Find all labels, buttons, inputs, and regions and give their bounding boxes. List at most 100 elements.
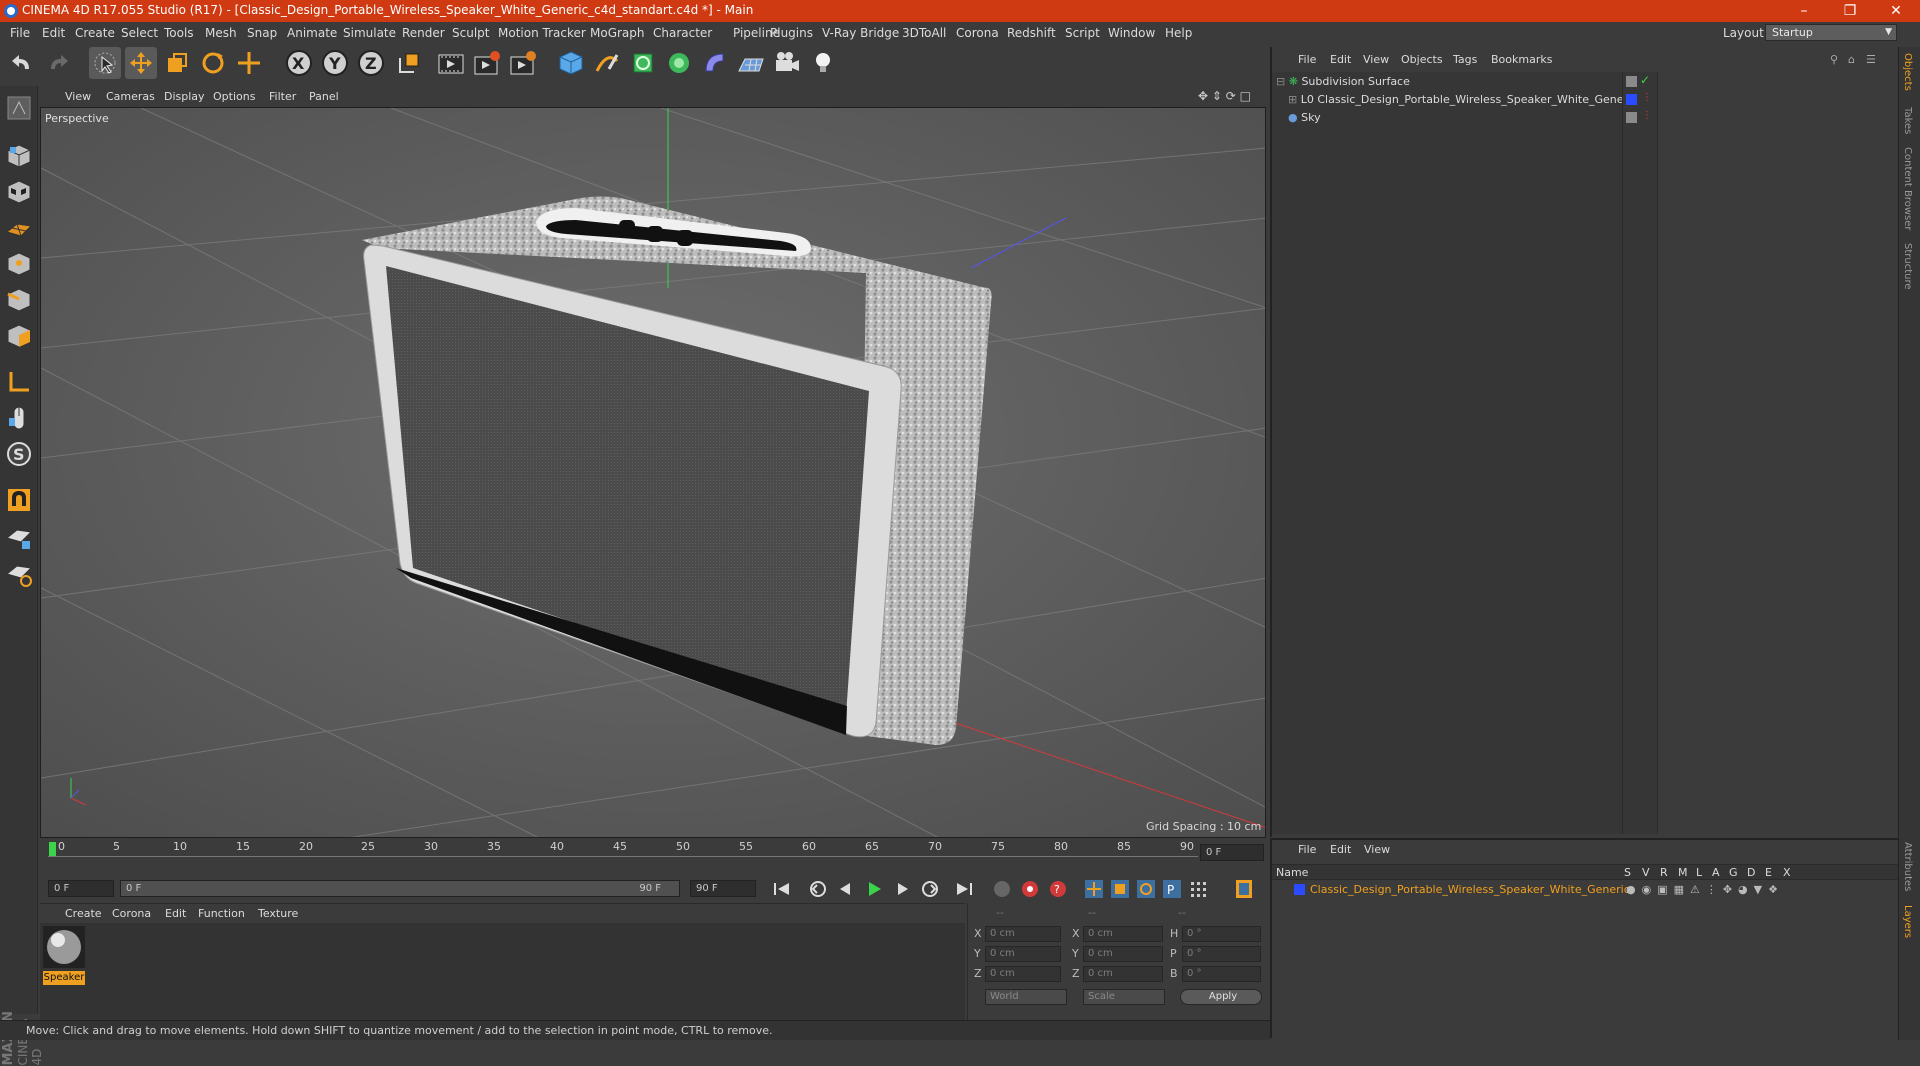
- menu-mesh[interactable]: Mesh: [205, 26, 237, 40]
- tab-objects[interactable]: Objects: [1902, 53, 1913, 91]
- x-axis-lock-icon[interactable]: X: [283, 47, 315, 79]
- scale-tool[interactable]: [161, 47, 193, 79]
- redo-button[interactable]: [42, 47, 74, 79]
- menu-corona[interactable]: Corona: [956, 26, 999, 40]
- collapse-icon[interactable]: ⊟: [1276, 75, 1285, 88]
- visibility-dots-icon[interactable]: ⋮: [1642, 92, 1652, 103]
- subdivision-surface-icon[interactable]: [627, 47, 659, 79]
- menu-sculpt[interactable]: Sculpt: [452, 26, 489, 40]
- menu-window[interactable]: Window: [1108, 26, 1155, 40]
- size-z-field[interactable]: 0 cm: [1083, 966, 1163, 982]
- texture-mode-icon[interactable]: [3, 176, 35, 208]
- size-x-field[interactable]: 0 cm: [1083, 926, 1163, 942]
- menu-vray-bridge[interactable]: V-Ray Bridge: [822, 26, 899, 40]
- pen-spline-icon[interactable]: [591, 47, 623, 79]
- menu-plugins[interactable]: Plugins: [770, 26, 813, 40]
- floor-icon[interactable]: [735, 47, 767, 79]
- model-mode-icon[interactable]: [3, 140, 35, 172]
- layer-color-swatch[interactable]: [1626, 94, 1637, 105]
- restore-icon[interactable]: ❐: [1827, 1, 1873, 21]
- tab-layers[interactable]: Layers: [1902, 905, 1913, 938]
- object-menu-tags[interactable]: Tags: [1453, 53, 1477, 66]
- 3d-viewport[interactable]: [40, 107, 1266, 838]
- layer-tag-icon[interactable]: [1626, 76, 1637, 87]
- render-to-picture-viewer-icon[interactable]: [471, 47, 503, 79]
- coordinate-mode-dropdown[interactable]: World: [985, 989, 1067, 1005]
- render-settings-icon[interactable]: [507, 47, 539, 79]
- object-menu-view[interactable]: View: [1363, 53, 1389, 66]
- menu-tools[interactable]: Tools: [164, 26, 194, 40]
- current-frame-field[interactable]: 0 F: [48, 880, 114, 897]
- layer-menu-view[interactable]: View: [1364, 843, 1390, 856]
- next-key-icon[interactable]: [918, 878, 942, 900]
- points-mode-icon[interactable]: [3, 248, 35, 280]
- object-menu-bookmarks[interactable]: Bookmarks: [1491, 53, 1552, 66]
- tab-structure[interactable]: Structure: [1902, 243, 1913, 290]
- cloner-icon[interactable]: [663, 47, 695, 79]
- next-frame-icon[interactable]: [890, 878, 914, 900]
- expand-icon[interactable]: ⊞: [1288, 93, 1297, 106]
- timeline-ruler[interactable]: 0 5 10 15 20 25 30 35 40 45 50 55 60 65 …: [40, 838, 1266, 878]
- apply-button[interactable]: Apply: [1180, 989, 1262, 1005]
- viewport-navigate-icons[interactable]: ✥ ⇕ ⟳ □: [1198, 89, 1251, 103]
- axis-mode-icon[interactable]: [3, 366, 35, 398]
- menu-character[interactable]: Character: [653, 26, 712, 40]
- object-menu-edit[interactable]: Edit: [1330, 53, 1351, 66]
- y-axis-lock-icon[interactable]: Y: [319, 47, 351, 79]
- make-editable-icon[interactable]: [3, 92, 35, 124]
- menu-file[interactable]: File: [10, 26, 30, 40]
- object-menu-file[interactable]: File: [1298, 53, 1316, 66]
- material-menu-create[interactable]: Create: [65, 907, 102, 920]
- position-y-field[interactable]: 0 cm: [985, 946, 1061, 962]
- key-position-icon[interactable]: [1082, 878, 1106, 900]
- render-view-icon[interactable]: [435, 47, 467, 79]
- snap-magnet-icon[interactable]: [3, 484, 35, 516]
- viewport-menu-view[interactable]: View: [65, 90, 91, 103]
- menu-snap[interactable]: Snap: [247, 26, 277, 40]
- autokey-icon[interactable]: ?: [1046, 878, 1070, 900]
- menu-3dtoall[interactable]: 3DToAll: [902, 26, 946, 40]
- viewport-menu-options[interactable]: Options: [213, 90, 255, 103]
- menu-redshift[interactable]: Redshift: [1007, 26, 1056, 40]
- menu-select[interactable]: Select: [121, 26, 158, 40]
- key-rotation-icon[interactable]: [1134, 878, 1158, 900]
- search-icon[interactable]: ⚲: [1830, 53, 1838, 66]
- menu-animate[interactable]: Animate: [287, 26, 337, 40]
- play-icon[interactable]: [862, 878, 886, 900]
- solo-mode-icon[interactable]: S: [3, 438, 35, 470]
- close-icon[interactable]: ✕: [1873, 1, 1919, 21]
- rotate-tool[interactable]: [197, 47, 229, 79]
- live-selection-tool[interactable]: [89, 47, 121, 79]
- motion-record-icon[interactable]: [990, 878, 1014, 900]
- viewport-menu-panel[interactable]: Panel: [309, 90, 339, 103]
- menu-create[interactable]: Create: [75, 26, 115, 40]
- go-to-start-icon[interactable]: [770, 878, 794, 900]
- tab-takes[interactable]: Takes: [1902, 107, 1913, 134]
- frame-range-slider[interactable]: 0 F 90 F: [120, 880, 680, 897]
- timeline-track[interactable]: [48, 856, 1198, 866]
- previous-key-icon[interactable]: [806, 878, 830, 900]
- menu-render[interactable]: Render: [402, 26, 445, 40]
- panel-options-icon[interactable]: ☰: [1866, 53, 1876, 66]
- menu-mograph[interactable]: MoGraph: [590, 26, 645, 40]
- material-swatch-speaker[interactable]: Speaker: [43, 926, 85, 985]
- object-row-subdivision-surface[interactable]: ⊟ ❋ Subdivision Surface: [1272, 73, 1622, 91]
- tab-attributes[interactable]: Attributes: [1902, 842, 1913, 891]
- menu-script[interactable]: Script: [1065, 26, 1100, 40]
- material-menu-texture[interactable]: Texture: [258, 907, 298, 920]
- deformer-icon[interactable]: [699, 47, 731, 79]
- layer-tag-icon[interactable]: [1626, 112, 1637, 123]
- go-to-end-icon[interactable]: [952, 878, 976, 900]
- layer-menu-edit[interactable]: Edit: [1330, 843, 1351, 856]
- layer-menu-file[interactable]: File: [1298, 843, 1316, 856]
- move-tool[interactable]: [125, 47, 157, 79]
- tab-content-browser[interactable]: Content Browser: [1902, 147, 1913, 230]
- key-parameter-icon[interactable]: P: [1160, 878, 1184, 900]
- cube-primitive-icon[interactable]: [555, 47, 587, 79]
- viewport-menu-display[interactable]: Display: [164, 90, 205, 103]
- visibility-dots-icon[interactable]: ⋮: [1642, 110, 1652, 121]
- material-menu-corona[interactable]: Corona: [112, 907, 151, 920]
- viewport-menu-cameras[interactable]: Cameras: [106, 90, 155, 103]
- position-z-field[interactable]: 0 cm: [985, 966, 1061, 982]
- planar-workplane-icon[interactable]: [3, 558, 35, 590]
